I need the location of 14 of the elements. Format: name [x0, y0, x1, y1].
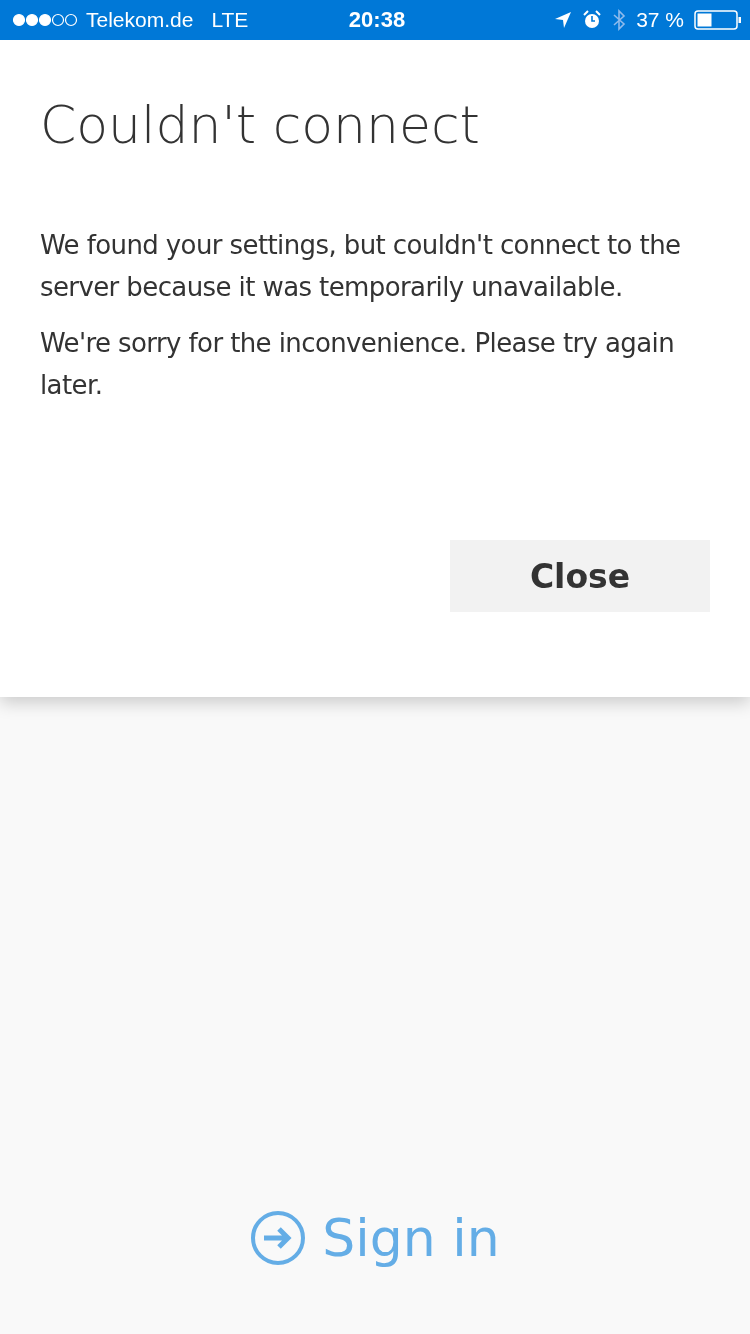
- battery-percentage: 37 %: [636, 8, 684, 32]
- dialog-message: We found your settings, but couldn't connect to the server because it was temporarily unavailable.: [40, 229, 682, 304]
- dialog-message: We're sorry for the inconvenience. Please try again later.: [40, 327, 676, 402]
- carrier-name: Telekom.de: [86, 8, 194, 32]
- location-arrow-icon: [554, 11, 573, 29]
- alarm-clock-icon: [582, 10, 603, 30]
- clock-time: 20:38: [348, 7, 406, 33]
- dialog-title: Couldn't connect: [40, 94, 481, 157]
- network-type: LTE: [211, 8, 249, 32]
- battery-icon: [694, 10, 742, 30]
- arrow-circle-icon: [250, 1210, 307, 1266]
- bluetooth-icon: [612, 9, 627, 31]
- signal-icon: [12, 13, 78, 27]
- close-button[interactable]: Close: [450, 540, 710, 612]
